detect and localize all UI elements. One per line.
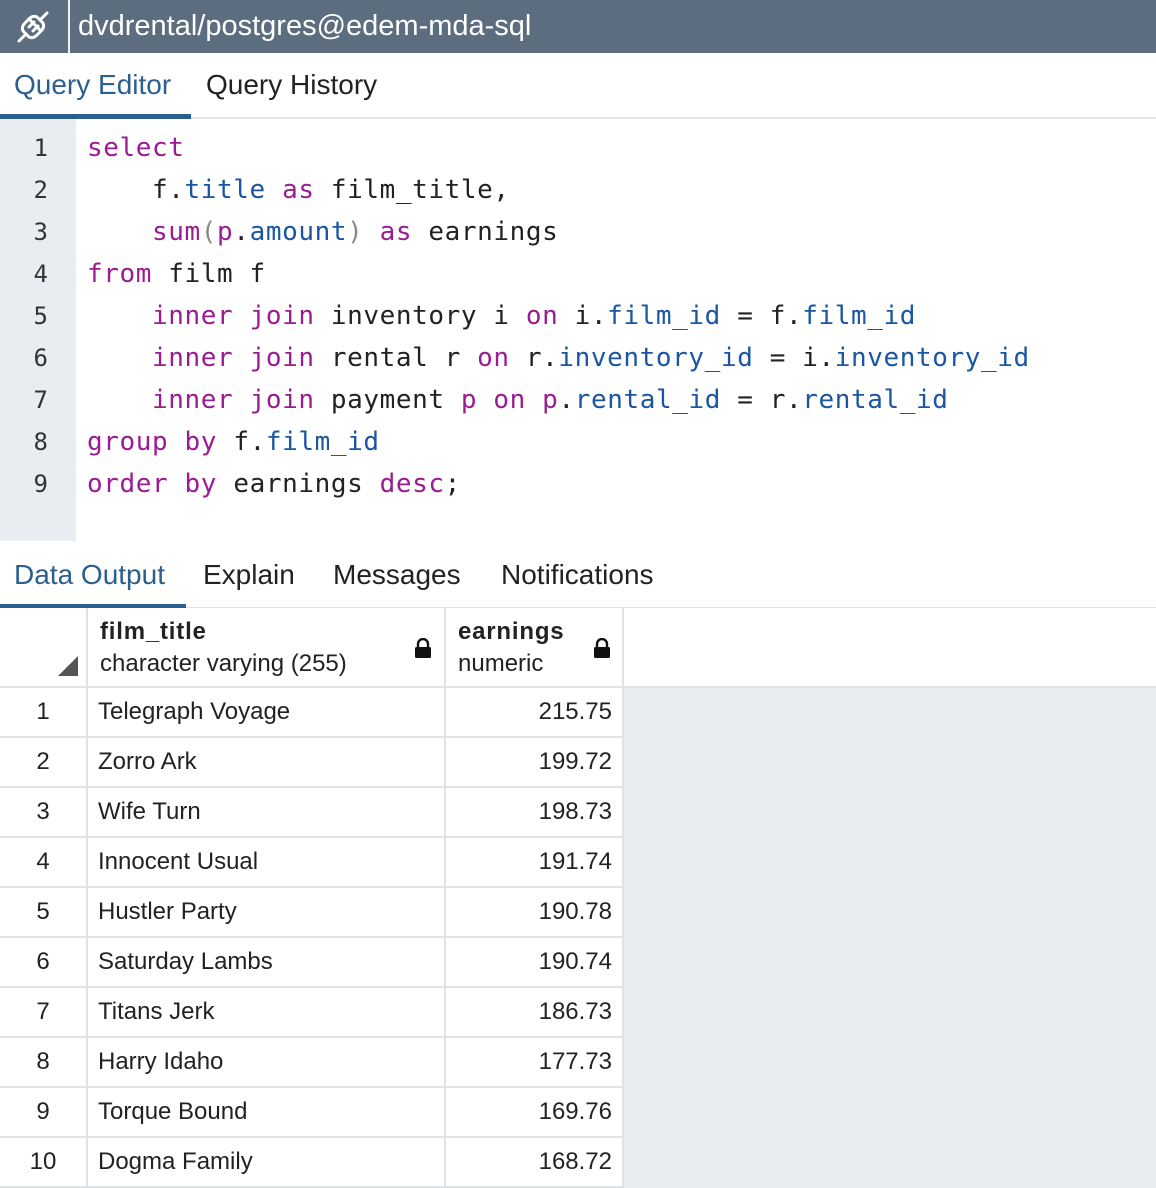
tab-notifications[interactable]: Notifications (501, 543, 654, 607)
output-tab-bar: Data Output Explain Messages Notificatio… (0, 543, 1156, 609)
tab-data-output[interactable]: Data Output (0, 543, 186, 609)
line-number: 9 (33, 470, 48, 498)
tab-query-history-label: Query History (206, 69, 378, 100)
lock-icon (415, 638, 431, 658)
row-number[interactable]: 7 (0, 988, 88, 1036)
column-name: earnings (458, 618, 565, 645)
line-number: 3 (33, 218, 48, 246)
cell-film-title[interactable]: Harry Idaho (88, 1038, 446, 1086)
code-line[interactable]: f.title as film_title, (87, 169, 510, 211)
table-row[interactable]: 5 Hustler Party 190.78 (0, 888, 624, 938)
cell-film-title[interactable]: Torque Bound (88, 1088, 446, 1136)
code-line[interactable]: inner join payment p on p.rental_id = r.… (87, 379, 949, 421)
select-all-corner[interactable] (0, 608, 88, 688)
cell-film-title[interactable]: Dogma Family (88, 1138, 446, 1186)
row-number[interactable]: 5 (0, 888, 88, 936)
tab-query-history[interactable]: Query History (206, 53, 377, 117)
cell-film-title[interactable]: Telegraph Voyage (88, 688, 446, 736)
cell-earnings[interactable]: 168.72 (446, 1138, 624, 1186)
tab-messages[interactable]: Messages (333, 543, 461, 607)
row-number[interactable]: 9 (0, 1088, 88, 1136)
header-filler (624, 608, 1156, 688)
table-row[interactable]: 3 Wife Turn 198.73 (0, 788, 624, 838)
line-number: 4 (33, 260, 48, 288)
sql-editor[interactable]: 1 2 3 4 5 6 7 8 9 select f.title as film… (0, 119, 1156, 545)
tab-notifications-label: Notifications (501, 559, 654, 590)
cell-film-title[interactable]: Innocent Usual (88, 838, 446, 886)
line-number: 2 (33, 176, 48, 204)
cell-earnings[interactable]: 190.74 (446, 938, 624, 986)
table-row[interactable]: 6 Saturday Lambs 190.74 (0, 938, 624, 988)
tab-query-editor-label: Query Editor (14, 69, 172, 100)
tab-query-editor[interactable]: Query Editor (0, 53, 192, 119)
cell-film-title[interactable]: Titans Jerk (88, 988, 446, 1036)
column-header-earnings[interactable]: earnings numeric (446, 608, 624, 688)
cell-film-title[interactable]: Wife Turn (88, 788, 446, 836)
line-number: 5 (33, 302, 48, 330)
row-number[interactable]: 10 (0, 1138, 88, 1186)
code-line[interactable]: inner join rental r on r.inventory_id = … (87, 337, 1030, 379)
connection-title: dvdrental/postgres@edem-mda-sql (78, 10, 532, 42)
line-number: 7 (33, 386, 48, 414)
cell-earnings[interactable]: 215.75 (446, 688, 624, 736)
column-name: film_title (100, 618, 207, 645)
tab-messages-label: Messages (333, 559, 461, 590)
row-number[interactable]: 4 (0, 838, 88, 886)
table-row[interactable]: 4 Innocent Usual 191.74 (0, 838, 624, 888)
row-number[interactable]: 3 (0, 788, 88, 836)
row-number[interactable]: 2 (0, 738, 88, 786)
table-row[interactable]: 10 Dogma Family 168.72 (0, 1138, 624, 1188)
cell-film-title[interactable]: Hustler Party (88, 888, 446, 936)
cell-earnings[interactable]: 191.74 (446, 838, 624, 886)
code-line[interactable]: group by f.film_id (87, 421, 380, 463)
code-line[interactable]: from film f (87, 253, 266, 295)
row-number[interactable]: 6 (0, 938, 88, 986)
editor-tab-bar: Query Editor Query History (0, 53, 1156, 119)
code-line[interactable]: sum(p.amount) as earnings (87, 211, 558, 253)
cell-earnings[interactable]: 177.73 (446, 1038, 624, 1086)
cell-earnings[interactable]: 190.78 (446, 888, 624, 936)
tab-data-output-label: Data Output (14, 559, 165, 590)
table-row[interactable]: 7 Titans Jerk 186.73 (0, 988, 624, 1038)
table-row[interactable]: 1 Telegraph Voyage 215.75 (0, 688, 624, 738)
cell-film-title[interactable]: Saturday Lambs (88, 938, 446, 986)
connection-plug-icon[interactable] (0, 0, 66, 53)
cell-earnings[interactable]: 198.73 (446, 788, 624, 836)
results-grid[interactable]: film_title character varying (255) earni… (0, 608, 1156, 1188)
row-number[interactable]: 8 (0, 1038, 88, 1086)
tab-explain[interactable]: Explain (203, 543, 295, 607)
code-line[interactable]: select (87, 127, 185, 169)
table-row[interactable]: 8 Harry Idaho 177.73 (0, 1038, 624, 1088)
table-row[interactable]: 2 Zorro Ark 199.72 (0, 738, 624, 788)
cell-earnings[interactable]: 199.72 (446, 738, 624, 786)
title-separator (68, 0, 70, 53)
line-number: 6 (33, 344, 48, 372)
cell-film-title[interactable]: Zorro Ark (88, 738, 446, 786)
line-number: 1 (33, 134, 48, 162)
cell-earnings[interactable]: 169.76 (446, 1088, 624, 1136)
line-number: 8 (33, 428, 48, 456)
select-all-triangle-icon[interactable] (58, 656, 78, 676)
code-line[interactable]: inner join inventory i on i.film_id = f.… (87, 295, 916, 337)
column-type: numeric (458, 650, 544, 677)
connection-title-bar: dvdrental/postgres@edem-mda-sql (0, 0, 1156, 53)
row-number[interactable]: 1 (0, 688, 88, 736)
lock-icon (594, 638, 610, 658)
column-header-film-title[interactable]: film_title character varying (255) (88, 608, 446, 688)
line-number-gutter: 1 2 3 4 5 6 7 8 9 (0, 119, 76, 541)
code-line[interactable]: order by earnings desc; (87, 463, 461, 505)
column-type: character varying (255) (100, 650, 347, 677)
table-row[interactable]: 9 Torque Bound 169.76 (0, 1088, 624, 1138)
cell-earnings[interactable]: 186.73 (446, 988, 624, 1036)
tab-explain-label: Explain (203, 559, 295, 590)
